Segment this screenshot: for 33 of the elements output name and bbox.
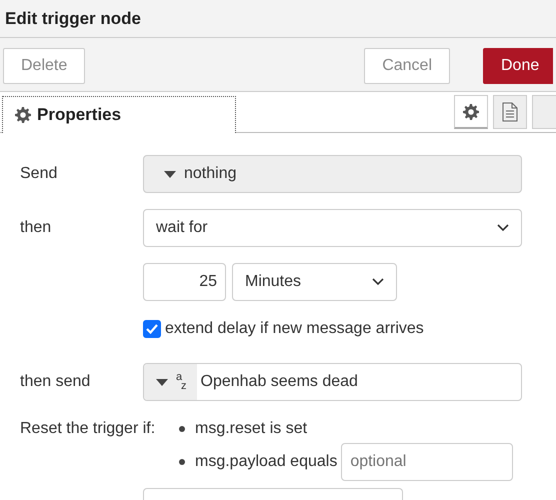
delete-button[interactable]: Delete xyxy=(3,48,86,84)
chevron-down-icon xyxy=(497,224,509,232)
type-label: z xyxy=(181,382,186,391)
type-selector[interactable]: a z xyxy=(144,364,196,400)
gear-icon xyxy=(463,104,479,120)
done-button[interactable]: Done xyxy=(483,48,553,84)
caret-icon xyxy=(164,170,176,178)
checkbox-label: extend delay if new message arrives xyxy=(165,319,424,339)
send-dropdown[interactable]: nothing xyxy=(143,155,522,193)
field-label: then send xyxy=(20,372,92,392)
bullet-icon xyxy=(179,459,185,465)
chevron-down-icon xyxy=(372,278,384,286)
cancel-button[interactable]: Cancel xyxy=(364,48,450,84)
unit-select[interactable]: Minutes xyxy=(232,263,397,301)
then-select[interactable]: wait for xyxy=(143,209,522,247)
duration-field[interactable]: 25 xyxy=(143,263,226,301)
checkbox[interactable] xyxy=(143,320,161,338)
gear-icon xyxy=(15,107,31,123)
field-label: Send xyxy=(20,164,58,184)
type-label: a xyxy=(176,373,184,382)
payload-value-field[interactable]: optional xyxy=(341,443,514,481)
caret-icon xyxy=(156,378,168,386)
reset-label: Reset the trigger if: xyxy=(20,419,156,439)
document-tab[interactable] xyxy=(493,95,527,129)
properties-tab[interactable]: Properties xyxy=(2,96,236,133)
bullet-icon xyxy=(179,426,185,432)
payload-field[interactable]: a z Openhab seems dead xyxy=(143,363,522,401)
condition-text: msg.reset is set xyxy=(195,419,308,439)
field-label: then xyxy=(20,218,52,238)
settings-tab[interactable] xyxy=(454,95,488,129)
condition-text: msg.payload equals xyxy=(195,452,338,472)
document-icon xyxy=(502,102,518,122)
window-title: Edit trigger node xyxy=(0,0,556,38)
